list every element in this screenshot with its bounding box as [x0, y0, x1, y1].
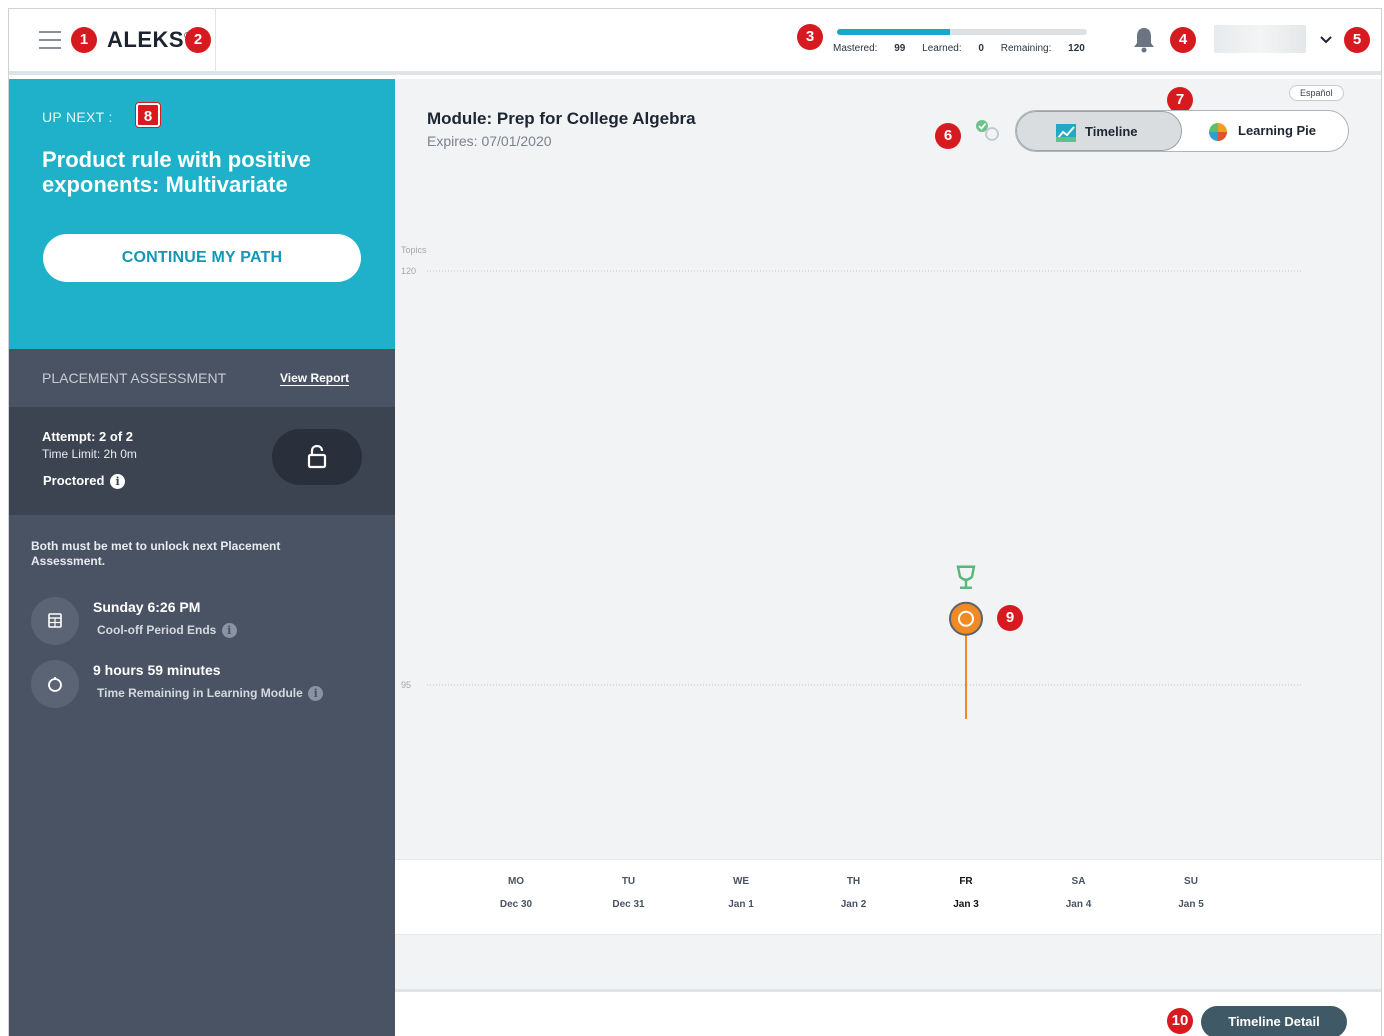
goal-check-icon[interactable]: [973, 116, 1003, 146]
date-label: Jan 3: [953, 899, 979, 910]
timer-icon: [31, 660, 79, 708]
attempt-count: Attempt: 2 of 2: [42, 429, 133, 444]
learned-count: 0: [978, 43, 984, 54]
timeline-chart-icon: [1056, 123, 1076, 142]
callout-badge-2: 2: [185, 27, 211, 53]
cooloff-requirement: Sunday 6:26 PM Cool-off Period Ends i: [31, 597, 391, 647]
info-icon[interactable]: i: [110, 474, 126, 490]
hamburger-menu-icon[interactable]: [39, 31, 61, 49]
learning-pie-toggle-button[interactable]: Learning Pie: [1182, 111, 1348, 151]
weekday-label: MO: [507, 876, 525, 887]
callout-badge-1: 1: [71, 27, 97, 53]
proctored-label: Proctored i: [43, 473, 126, 490]
date-label: Jan 2: [840, 899, 867, 910]
calendar-icon: [31, 597, 79, 645]
continue-my-path-button[interactable]: CONTINUE MY PATH: [43, 234, 361, 282]
weekday-label: TH: [846, 876, 861, 887]
time-remaining-requirement: 9 hours 59 minutes Time Remaining in Lea…: [31, 660, 391, 710]
callout-badge-9: 9: [997, 605, 1023, 631]
time-remaining-label: Time Remaining in Learning Module i: [97, 686, 324, 702]
time-limit: Time Limit: 2h 0m: [42, 447, 137, 461]
aleks-logo[interactable]: ALEKS®: [107, 27, 191, 53]
callout-badge-6: 6: [935, 123, 961, 149]
callout-badge-5: 5: [1344, 27, 1370, 53]
date-column: SA Jan 4: [1049, 876, 1109, 910]
view-report-link[interactable]: View Report: [280, 371, 350, 386]
timeline-toggle-button[interactable]: Timeline: [1016, 111, 1182, 151]
progress-labels: Mastered: 99 Learned: 0 Remaining: 120: [833, 43, 1085, 54]
attempt-panel: Attempt: 2 of 2 Time Limit: 2h 0m Procto…: [9, 407, 395, 515]
aleks-app: 1 ALEKS® 2 3 Mastered: 99 Learned: 0 Rem…: [8, 8, 1382, 1036]
weekday-label: SA: [1071, 876, 1086, 887]
view-toggle: Timeline Learning Pie: [1015, 110, 1349, 152]
cooloff-end-time: Sunday 6:26 PM: [93, 599, 201, 615]
callout-badge-8: 8: [136, 103, 160, 127]
espanol-language-button[interactable]: Español: [1289, 85, 1344, 101]
info-icon[interactable]: i: [221, 623, 237, 639]
date-column: SU Jan 5: [1161, 876, 1221, 910]
date-label: Dec 30: [499, 899, 533, 910]
locked-assessment-button[interactable]: [272, 429, 362, 485]
weekday-label: SU: [1184, 876, 1198, 887]
progress-bar-fill: [837, 29, 950, 35]
lock-icon: [307, 444, 327, 469]
user-name-menu[interactable]: [1214, 25, 1306, 53]
y-tick-label: 95: [401, 680, 411, 690]
date-column: TU Dec 31: [599, 876, 659, 910]
sidebar: UP NEXT : 8 Product rule with positive e…: [9, 79, 395, 1036]
up-next-label: UP NEXT :: [42, 109, 113, 125]
callout-badge-10: 10: [1167, 1008, 1193, 1034]
cooloff-label: Cool-off Period Ends i: [97, 623, 237, 639]
date-label: Jan 5: [1178, 899, 1204, 910]
mastered-count: 99: [894, 43, 906, 54]
chevron-down-icon[interactable]: [1318, 31, 1334, 47]
placement-assessment-title: PLACEMENT ASSESSMENT: [42, 370, 227, 386]
timeline-chart: Topics 120 95: [401, 245, 1301, 719]
time-remaining-value: 9 hours 59 minutes: [93, 662, 221, 678]
progress-bar[interactable]: [837, 29, 1087, 35]
current-progress-point[interactable]: [949, 601, 983, 636]
remaining-count: 120: [1068, 43, 1085, 54]
up-next-panel: UP NEXT : 8 Product rule with positive e…: [9, 79, 395, 349]
header-divider: [215, 9, 216, 71]
date-label: Dec 31: [612, 899, 645, 910]
callout-badge-4: 4: [1170, 27, 1196, 53]
timeline-detail-button[interactable]: Timeline Detail: [1201, 1006, 1347, 1036]
y-tick-label: 120: [401, 266, 416, 276]
date-column: WE Jan 1: [711, 876, 771, 910]
y-axis-label: Topics: [401, 245, 427, 255]
weekday-label: FR: [959, 876, 973, 887]
unlock-requirements-note: Both must be met to unlock next Placemen…: [31, 539, 281, 568]
date-column: FR Jan 3: [936, 876, 996, 910]
trophy-goal-icon[interactable]: [956, 565, 976, 589]
bottom-bar: 10 Timeline Detail: [395, 989, 1381, 1036]
notification-bell-icon[interactable]: [1131, 25, 1157, 55]
top-header: 1 ALEKS® 2 3 Mastered: 99 Learned: 0 Rem…: [9, 9, 1381, 75]
pie-chart-icon: [1209, 122, 1227, 141]
date-axis: MO Dec 30 TU Dec 31 WE Jan 1 TH Jan 2 FR Jan 3 SA J…: [395, 859, 1381, 935]
callout-badge-3: 3: [797, 24, 823, 50]
main-panel: Module: Prep for College Algebra Expires…: [395, 79, 1381, 1036]
weekday-label: WE: [732, 876, 750, 887]
date-label: Jan 1: [728, 899, 754, 910]
info-icon[interactable]: i: [308, 686, 324, 702]
weekday-label: TU: [621, 876, 636, 887]
date-label: Jan 4: [1065, 899, 1092, 910]
module-title: Module: Prep for College Algebra: [427, 109, 696, 128]
placement-assessment-header: PLACEMENT ASSESSMENT View Report: [9, 349, 395, 407]
date-column: TH Jan 2: [824, 876, 884, 910]
date-column: MO Dec 30: [486, 876, 546, 910]
module-expiration: Expires: 07/01/2020: [427, 133, 552, 149]
up-next-topic-title: Product rule with positive exponents: Mu…: [42, 147, 311, 197]
